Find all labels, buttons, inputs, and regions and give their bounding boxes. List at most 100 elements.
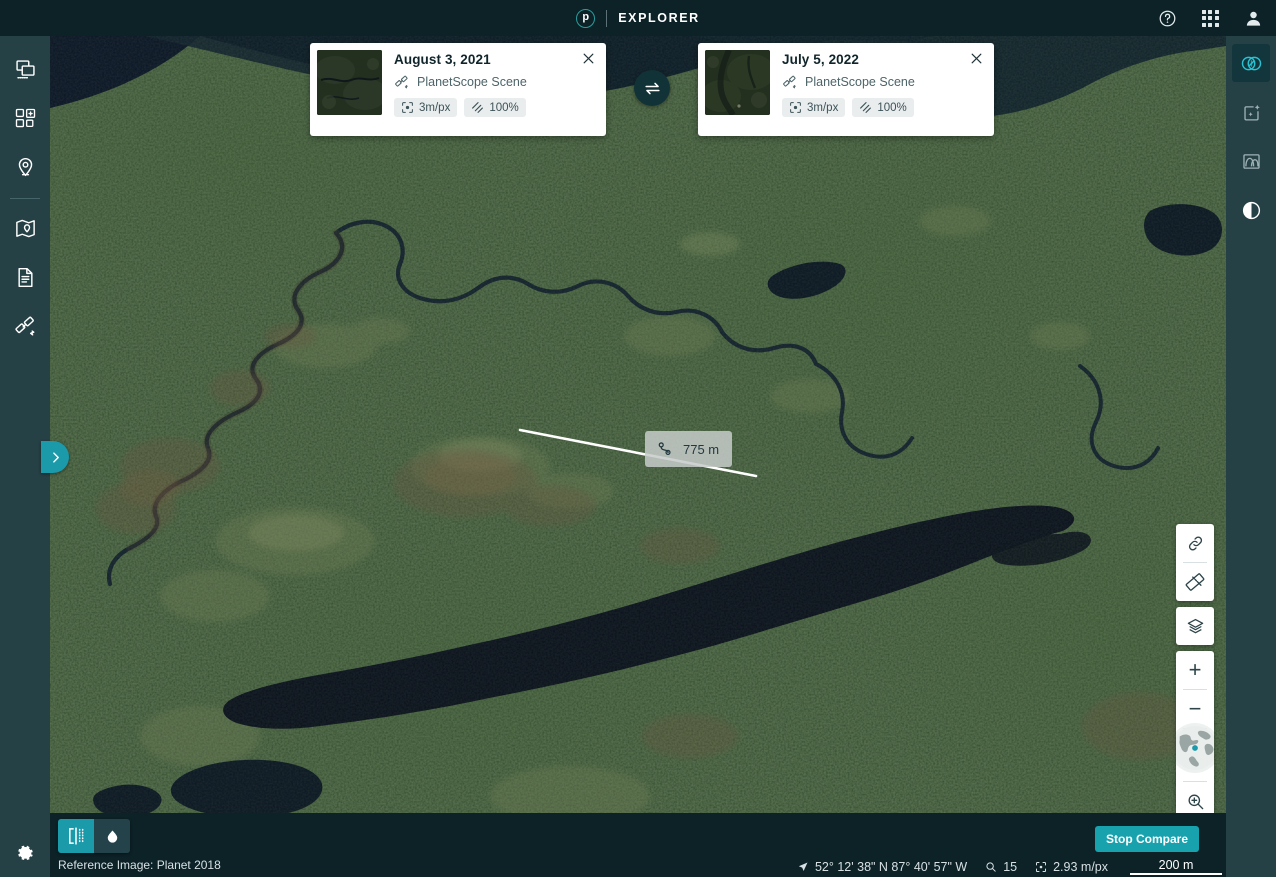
scene-thumbnail — [317, 50, 382, 115]
scene-thumbnail — [705, 50, 770, 115]
zoom-to-area-button[interactable] — [1176, 782, 1214, 813]
coverage-value: 100% — [489, 101, 519, 114]
histogram-icon — [1241, 151, 1262, 172]
tool-histogram[interactable] — [1232, 142, 1270, 180]
compare-overlap-icon — [1240, 52, 1263, 75]
scene-type-label: PlanetScope Scene — [805, 75, 915, 89]
sidebar-item-areas[interactable] — [0, 204, 50, 253]
measure-distance-label[interactable]: 775 m — [645, 431, 733, 467]
sidebar-item-reports[interactable] — [0, 253, 50, 302]
coverage-hatch-icon — [859, 101, 872, 114]
coverage-hatch-icon — [471, 101, 484, 114]
app-header: p EXPLORER — [0, 0, 1276, 36]
measure-tool-button[interactable] — [1176, 563, 1214, 601]
zoom-level-readout: 15 — [985, 860, 1017, 874]
map-scalebar: 200 m — [1126, 858, 1226, 875]
satellite-imagery — [50, 36, 1226, 813]
scene-type: PlanetScope Scene — [782, 74, 987, 90]
enhance-sparkle-icon — [1241, 102, 1262, 123]
scene-card[interactable]: August 3, 2021 PlanetScope Scene 3m/px 1… — [310, 43, 606, 136]
sidebar-item-tasking[interactable] — [0, 302, 50, 351]
opacity-drop-icon — [103, 827, 122, 846]
sidebar-item-scenes[interactable] — [0, 45, 50, 94]
sidebar-item-places[interactable] — [0, 143, 50, 192]
zoom-group: + − — [1176, 651, 1214, 813]
app-grid-icon — [1201, 9, 1219, 27]
scene-chips: 3m/px 100% — [394, 98, 599, 117]
gear-icon — [15, 843, 36, 864]
magnifier-icon — [985, 861, 997, 873]
resolution-target-icon — [401, 101, 414, 114]
user-account-icon — [1244, 9, 1263, 28]
bottom-bar: Reference Image: Planet 2018 Stop Compar… — [50, 813, 1226, 877]
chevron-right-icon — [49, 451, 62, 464]
scene-card-body: July 5, 2022 PlanetScope Scene 3m/px 100… — [770, 50, 987, 129]
scene-type-label: PlanetScope Scene — [417, 75, 527, 89]
document-icon — [14, 266, 37, 289]
stop-compare-button[interactable]: Stop Compare — [1094, 826, 1199, 852]
apps-button[interactable] — [1199, 7, 1221, 29]
scene-type: PlanetScope Scene — [394, 74, 599, 90]
zoom-level-value: 15 — [1003, 859, 1018, 874]
measure-route-icon — [656, 440, 674, 458]
reference-image-label: Reference Image: Planet 2018 — [58, 858, 221, 872]
scene-card-body: August 3, 2021 PlanetScope Scene 3m/px 1… — [382, 50, 599, 129]
split-compare-mode-button[interactable] — [58, 819, 94, 853]
map-area-icon — [14, 217, 37, 240]
account-button[interactable] — [1242, 7, 1264, 29]
scene-date: August 3, 2021 — [394, 52, 491, 67]
map-canvas[interactable]: 775 m + − — [50, 36, 1226, 813]
scalebar-label: 200 m — [1158, 858, 1194, 872]
share-link-button[interactable] — [1176, 524, 1214, 562]
sidebar-item-basemaps[interactable] — [0, 94, 50, 143]
swap-horizontal-icon — [643, 79, 662, 98]
measure-distance-value: 775 m — [683, 441, 720, 457]
split-compare-icon — [66, 826, 86, 846]
tool-enhance[interactable] — [1232, 93, 1270, 131]
zoom-in-button[interactable]: + — [1176, 651, 1214, 689]
scene-chips: 3m/px 100% — [782, 98, 987, 117]
compare-mode-toggle — [58, 819, 130, 853]
settings-button[interactable] — [0, 830, 50, 877]
ruler-icon — [1185, 572, 1205, 592]
contrast-icon — [1241, 200, 1262, 221]
link-icon — [1186, 534, 1205, 553]
tool-compare[interactable] — [1232, 44, 1270, 82]
cursor-arrow-icon — [797, 861, 809, 873]
coverage-chip: 100% — [852, 98, 914, 117]
brand: p EXPLORER — [0, 0, 1276, 36]
close-icon — [970, 52, 983, 65]
app-title: EXPLORER — [618, 11, 700, 25]
map-controls: + − — [1176, 524, 1214, 813]
right-sidebar — [1226, 36, 1276, 877]
scale-readout: 2.93 m/px — [1035, 860, 1108, 874]
scalebar-line — [1130, 873, 1222, 875]
scene-date: July 5, 2022 — [782, 52, 860, 67]
blend-mode-button[interactable] — [94, 819, 130, 853]
compare-scene-cards: August 3, 2021 PlanetScope Scene 3m/px 1… — [310, 43, 994, 136]
planet-logo-icon: p — [576, 8, 596, 28]
planet-explorer-app: 775 m + − p EXPLORER August 3, 2021 Plan… — [0, 0, 1276, 877]
satellite-icon — [782, 74, 798, 90]
close-scene-button[interactable] — [967, 49, 985, 67]
divider — [10, 198, 40, 199]
scene-card[interactable]: July 5, 2022 PlanetScope Scene 3m/px 100… — [698, 43, 994, 136]
layers-button[interactable] — [1176, 607, 1214, 645]
help-circle-icon — [1158, 9, 1177, 28]
close-scene-button[interactable] — [579, 49, 597, 67]
globe-button[interactable] — [1176, 723, 1214, 773]
basemap-grid-icon — [14, 107, 37, 130]
coverage-chip: 100% — [464, 98, 526, 117]
help-button[interactable] — [1156, 7, 1178, 29]
layers-icon — [1186, 617, 1205, 636]
globe-icon — [1176, 723, 1214, 773]
tool-brightness[interactable] — [1232, 191, 1270, 229]
zoom-out-label: − — [1188, 696, 1202, 721]
zoom-area-icon — [1186, 792, 1205, 811]
image-stack-icon — [14, 58, 37, 81]
divider — [606, 9, 608, 27]
resolution-chip: 3m/px — [394, 98, 458, 117]
map-pin-icon — [14, 156, 37, 179]
zoom-in-label: + — [1188, 657, 1202, 682]
swap-scenes-button[interactable] — [634, 70, 670, 106]
